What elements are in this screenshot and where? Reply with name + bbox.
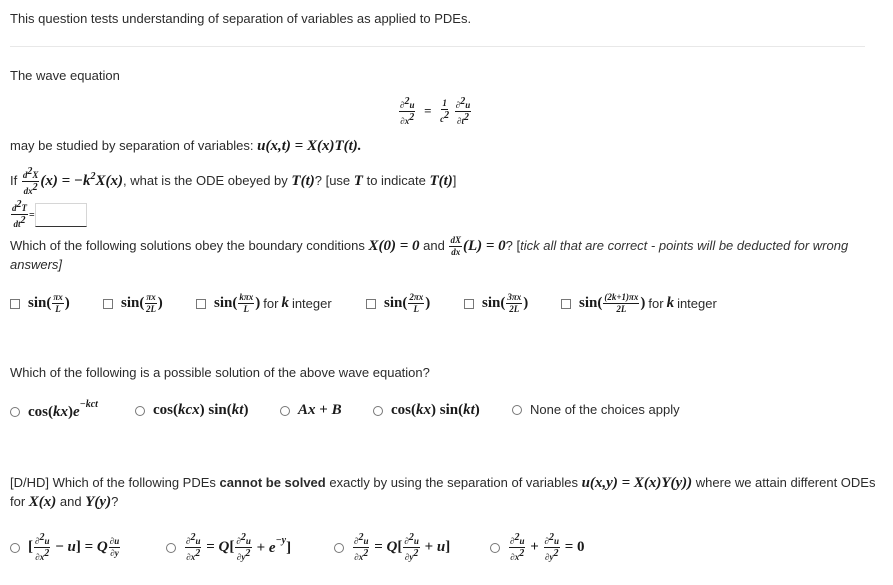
pde-option-1[interactable]: [∂2u ∂x2 − u] = Q ∂u ∂y — [10, 533, 121, 562]
bc-option-3[interactable]: sin(kπx L) for k integer — [196, 293, 332, 314]
ode-question: If d2X dx2 (x) = −k2X(x), what is the ODE … — [10, 166, 457, 196]
bc-option-6[interactable]: sin((2k+1)πx 2L) for k integer — [561, 293, 717, 314]
integer-label: integer — [291, 296, 332, 311]
section-divider — [10, 46, 865, 47]
hint-mid: to indicate — [366, 172, 426, 188]
bc-option-2[interactable]: sin(πx 2L) — [103, 293, 163, 314]
radio-button[interactable] — [490, 542, 500, 553]
wave-option-2[interactable]: cos(kcx) sin(kt) — [135, 402, 248, 419]
none-option-label: None of the choices apply — [530, 402, 680, 417]
checkbox[interactable] — [561, 298, 571, 309]
intro-text: This question tests understanding of sep… — [10, 11, 472, 26]
separation-math: u(x,t) = X(x)T(t). — [257, 138, 362, 154]
integer-label: integer — [677, 296, 717, 311]
radio-button[interactable] — [10, 406, 20, 417]
pde-question-bold: cannot be solved — [219, 475, 326, 490]
pde-option-3[interactable]: ∂2u ∂x2 = Q[∂2u ∂y2 + u] — [334, 533, 450, 562]
radio-button[interactable] — [280, 405, 290, 416]
boundary-question: Which of the following solutions obey th… — [10, 235, 849, 257]
ode-question-prefix: If — [10, 172, 18, 188]
pde-question-suffix: where we attain different ODEs — [695, 475, 876, 490]
radio-button[interactable] — [10, 542, 20, 553]
line2-end: ? — [111, 494, 119, 509]
pde-question-mid: exactly by using the separation of varia… — [329, 475, 578, 490]
checkbox[interactable] — [10, 298, 20, 309]
wave-equation-label: The wave equation — [10, 68, 120, 83]
hint-Tt: T(t) — [429, 172, 453, 189]
wave-option-1[interactable]: cos(kx)e−kct — [10, 399, 98, 421]
boundary-note-end: answers] — [10, 257, 63, 272]
checkbox[interactable] — [366, 298, 376, 309]
radio-button[interactable] — [334, 542, 344, 553]
line2-Y: Y(y) — [85, 494, 112, 510]
pde-option-2[interactable]: ∂2u ∂x2 = Q[∂2u ∂y2 + e−y] — [166, 533, 291, 562]
bc-cond1: X(0) = 0 — [368, 237, 420, 254]
line2-and: and — [59, 494, 82, 509]
answer-lhs: d2T dt2 — [11, 199, 28, 229]
pde-question-prefix: [D/HD] Which of the following PDEs — [10, 475, 216, 490]
wave-equation: ∂2u ∂x2 = 1 c2 ∂2u ∂t2 — [399, 96, 472, 126]
bc-suffix: ? [ — [505, 237, 521, 253]
separation-text: may be studied by separation of variable… — [10, 138, 254, 153]
wave-option-3[interactable]: Ax + B — [280, 402, 342, 419]
checkbox[interactable] — [103, 298, 113, 309]
pde-question: [D/HD] Which of the following PDEs canno… — [10, 475, 875, 492]
for-label: for — [648, 296, 664, 311]
pde-option-4[interactable]: ∂2u ∂x2 + ∂2u ∂y2 = 0 — [490, 533, 585, 562]
pde-question-math: u(x,y) = X(x)Y(y)) — [581, 475, 693, 491]
ode-answer-row: d2T dt2 = — [10, 200, 87, 229]
hint-T: T — [353, 172, 363, 189]
separation-line: may be studied by separation of variable… — [10, 138, 362, 155]
bc-and: and — [423, 237, 445, 253]
wave-option-4[interactable]: cos(kx) sin(kt) — [373, 402, 480, 419]
k-label: k — [281, 295, 289, 311]
for-label: for — [263, 296, 279, 311]
line2-prefix: for — [10, 494, 26, 509]
bc-option-1[interactable]: sin(πx L) — [10, 293, 70, 314]
hint-suffix: ] — [452, 172, 457, 188]
pde-question-line2: for X(x) and Y(y)? — [10, 494, 118, 511]
wave-option-5[interactable]: None of the choices apply — [512, 402, 680, 417]
radio-button[interactable] — [166, 542, 176, 553]
checkbox[interactable] — [464, 298, 474, 309]
ode-question-T: T(t) — [291, 172, 315, 189]
line2-X: X(x) — [28, 494, 57, 510]
radio-button[interactable] — [373, 405, 383, 416]
bc-option-5[interactable]: sin(3πx 2L) — [464, 293, 528, 314]
bc-question-prefix: Which of the following solutions obey th… — [10, 237, 365, 253]
radio-button[interactable] — [135, 405, 145, 416]
checkbox[interactable] — [196, 298, 206, 309]
ode-answer-input[interactable] — [34, 202, 87, 227]
radio-button[interactable] — [512, 404, 522, 415]
wave-solution-question: Which of the following is a possible sol… — [10, 365, 430, 380]
bc-option-4[interactable]: sin(2πx L) — [366, 293, 430, 314]
hint-prefix: ? [use — [314, 172, 351, 188]
k-label: k — [666, 295, 675, 311]
ode-question-text: , what is the ODE obeyed by — [123, 172, 288, 188]
